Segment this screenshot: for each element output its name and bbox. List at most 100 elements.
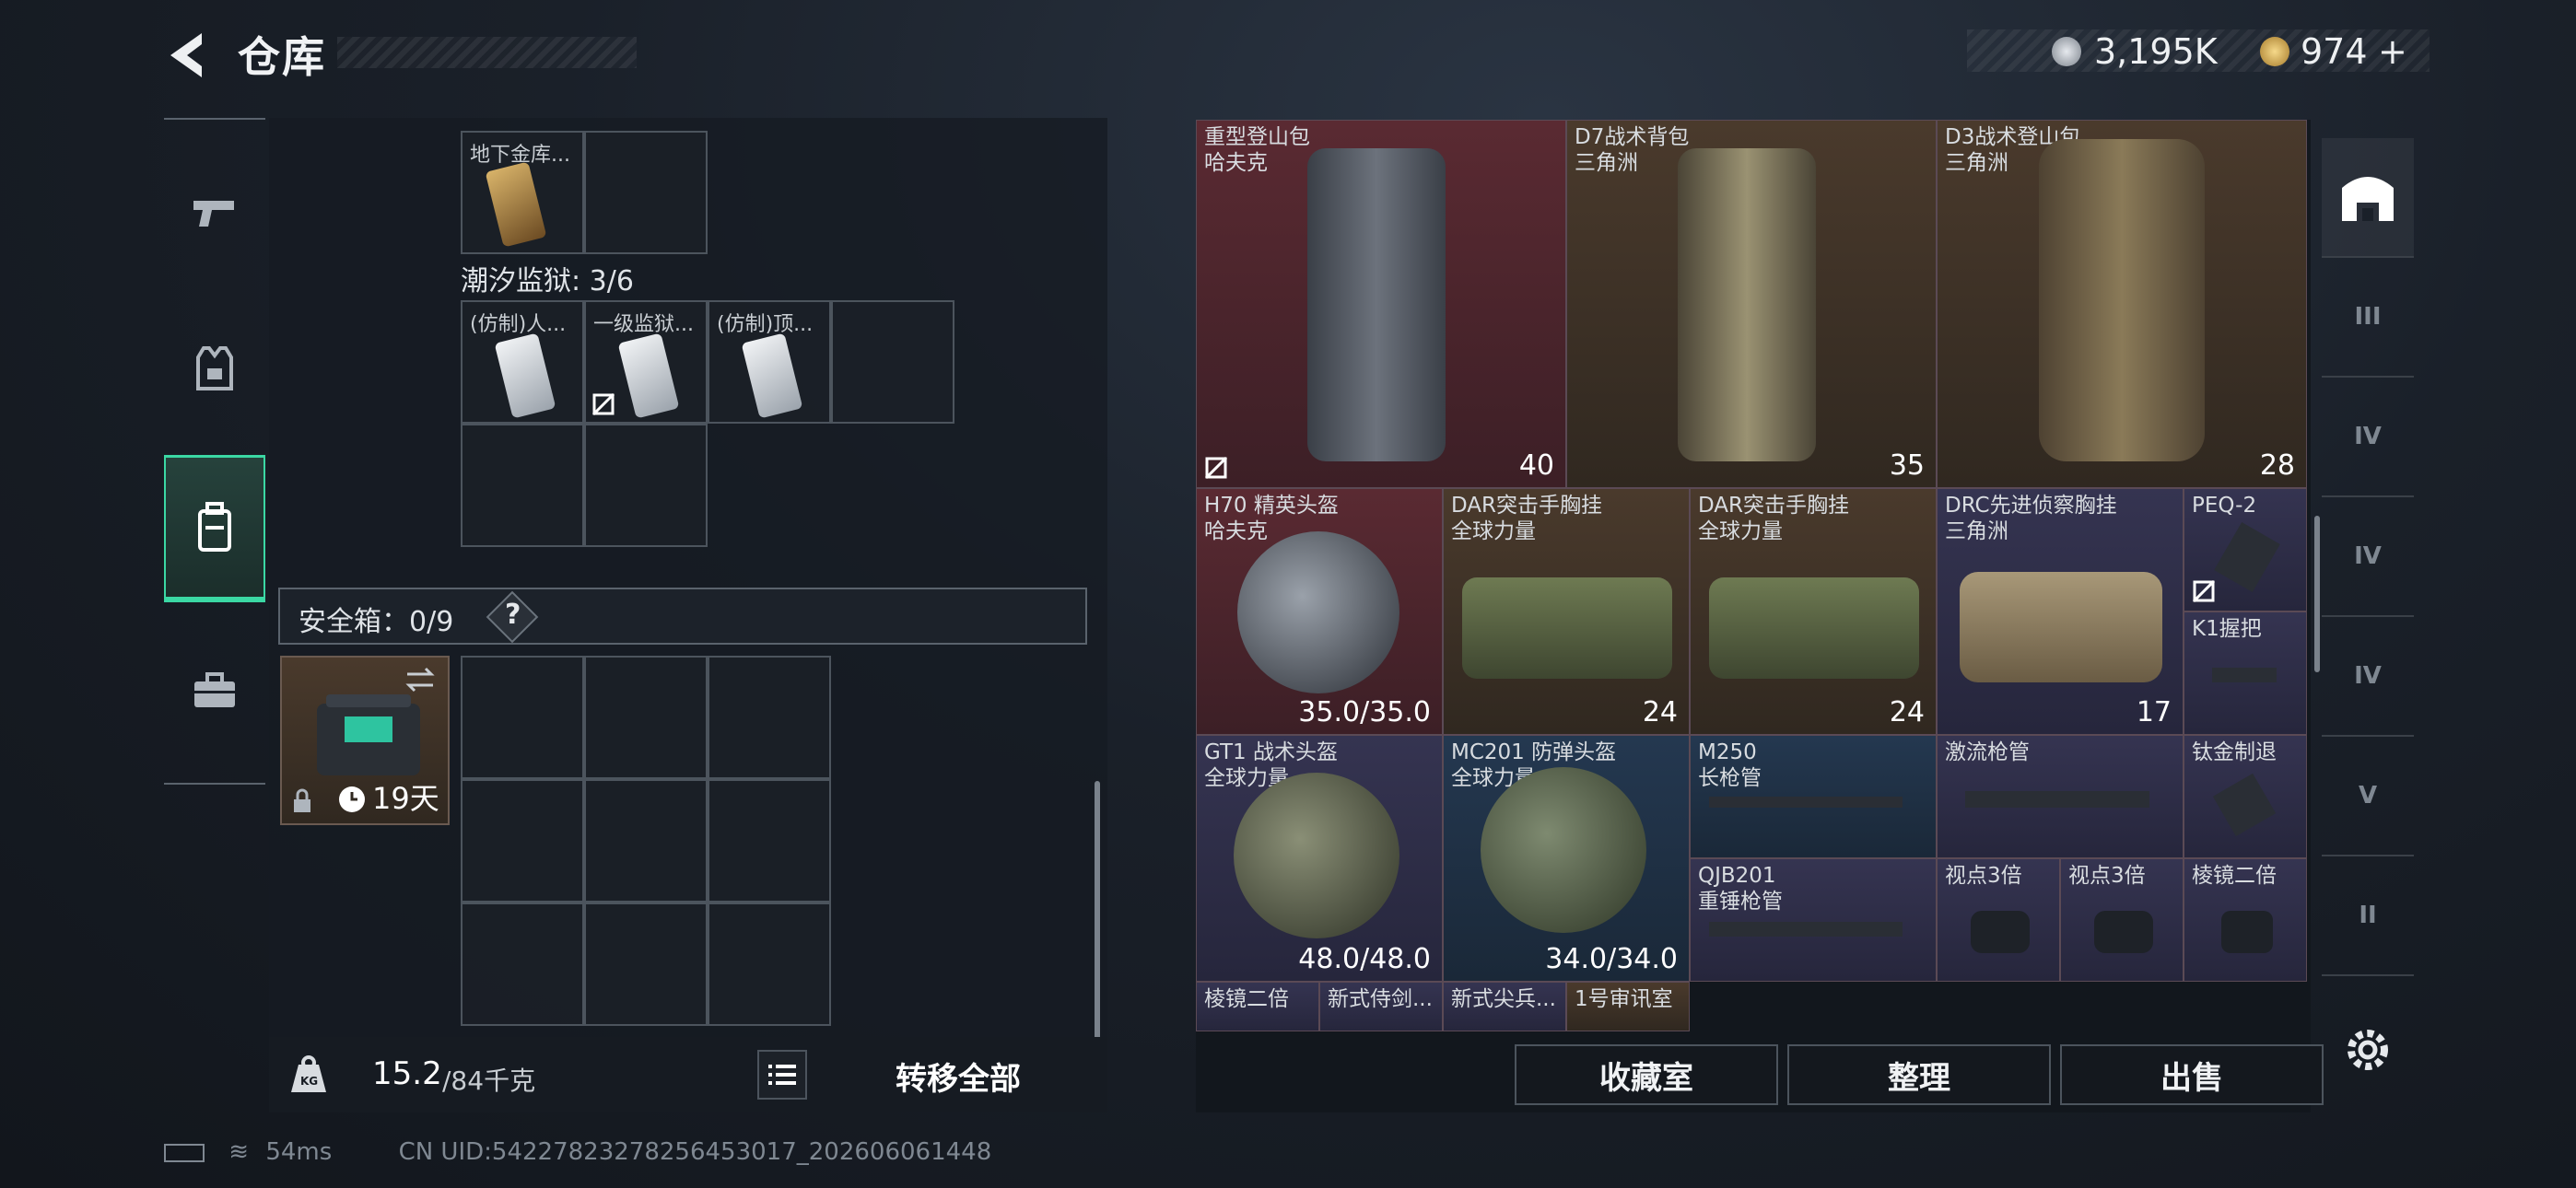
safe-slot[interactable] <box>708 903 831 1026</box>
item-h70-helmet[interactable]: H70 精英头盔 哈夫克 35.0/35.0 <box>1196 488 1443 735</box>
nav-weapons[interactable] <box>164 138 265 285</box>
vault-card-slot[interactable]: 地下金库... <box>461 131 584 254</box>
gold-balance: 974 <box>2301 31 2368 72</box>
item-m250-barrel[interactable]: M250 长枪管 <box>1690 735 1937 858</box>
tab-label: III <box>2354 303 2382 331</box>
laser-module-image <box>2214 522 2280 592</box>
safe-slot[interactable] <box>584 779 708 903</box>
backpack-image <box>1678 148 1816 461</box>
item-d3-backpack[interactable]: D3战术登山包 三角洲 28 <box>1937 120 2307 488</box>
backpack-icon <box>198 501 231 552</box>
tab-storage-2[interactable]: II <box>2322 856 2414 976</box>
chest-rig-image <box>1960 572 2162 682</box>
safe-slot[interactable] <box>708 656 831 779</box>
item-name: 1号审讯室 <box>1575 987 1673 1011</box>
chest-rig-image <box>1462 577 1672 679</box>
item-name: 棱镜二倍 <box>2192 864 2277 888</box>
weight-value: 15.2 <box>372 1055 442 1092</box>
safe-slot[interactable] <box>708 779 831 903</box>
safe-slot[interactable] <box>461 779 584 903</box>
backpack-image <box>1307 148 1446 461</box>
item-k1-grip[interactable]: K1握把 <box>2184 611 2307 735</box>
lock-icon <box>294 788 310 812</box>
weight-bar: KG 15.2 /84千克 转移全部 <box>269 1037 1107 1112</box>
item-name: PEQ-2 <box>2192 494 2257 518</box>
tab-label: V <box>2358 782 2378 809</box>
safe-box-icon <box>317 694 420 775</box>
safe-slot[interactable] <box>584 656 708 779</box>
item-qjb201-barrel[interactable]: QJB201 重锤枪管 <box>1690 858 1937 982</box>
item-prism-2x[interactable]: 棱镜二倍 <box>1196 982 1319 1031</box>
item-name: D7战术背包 三角洲 <box>1575 125 1690 175</box>
item-sight-3x[interactable]: 视点3倍 <box>2060 858 2184 982</box>
item-name: 新式侍剑... <box>1328 987 1433 1011</box>
scrollbar[interactable] <box>2314 516 2320 672</box>
slot-label: (仿制)人... <box>470 313 567 336</box>
scrollbar[interactable] <box>1095 781 1100 1057</box>
item-name: 钛金制退 <box>2192 740 2277 764</box>
safe-slot[interactable] <box>461 903 584 1026</box>
item-durability: 35.0/35.0 <box>1298 696 1431 728</box>
nav-backpack[interactable] <box>164 455 265 602</box>
item-heavy-backpack[interactable]: 重型登山包 哈夫克 40 <box>1196 120 1566 488</box>
helmet-image <box>1234 773 1399 938</box>
prison-card-slot[interactable]: (仿制)顶... <box>708 300 831 424</box>
item-dar-rig[interactable]: DAR突击手胸挂 全球力量 24 <box>1690 488 1937 735</box>
access-card-icon <box>741 332 803 419</box>
collection-room-button[interactable]: 收藏室 <box>1515 1044 1778 1105</box>
gear-icon <box>2348 1030 2388 1070</box>
nav-equipment[interactable] <box>164 295 265 442</box>
item-capacity: 40 <box>1518 449 1554 482</box>
item-sight-3x[interactable]: 视点3倍 <box>1937 858 2060 982</box>
currency-bar: 3,195K 974 + <box>1967 29 2430 72</box>
item-new-style[interactable]: 新式尖兵... <box>1443 982 1566 1031</box>
item-drc-rig[interactable]: DRC先进侦察胸挂 三角洲 17 <box>1937 488 2184 735</box>
tab-storage-4c[interactable]: IV <box>2322 617 2414 737</box>
item-name: 棱镜二倍 <box>1204 987 1289 1011</box>
safe-slot[interactable] <box>461 656 584 779</box>
item-name: 重型登山包 哈夫克 <box>1204 125 1310 175</box>
item-new-style[interactable]: 新式侍剑... <box>1319 982 1443 1031</box>
tab-label: IV <box>2354 423 2382 450</box>
item-peq2[interactable]: PEQ-2 <box>2184 488 2307 611</box>
empty-slot[interactable] <box>461 424 584 547</box>
item-name: M250 长枪管 <box>1698 740 1762 790</box>
item-capacity: 17 <box>2136 696 2172 728</box>
item-torrent-barrel[interactable]: 激流枪管 <box>1937 735 2184 858</box>
empty-slot[interactable] <box>584 424 708 547</box>
swap-icon[interactable] <box>404 667 437 693</box>
item-gt1-helmet[interactable]: GT1 战术头盔 全球力量 48.0/48.0 <box>1196 735 1443 982</box>
tab-main-storage[interactable] <box>2322 138 2414 258</box>
organize-button[interactable]: 整理 <box>1787 1044 2051 1105</box>
item-titanium-brake[interactable]: 钛金制退 <box>2184 735 2307 858</box>
back-button[interactable] <box>161 28 217 83</box>
item-dar-rig[interactable]: DAR突击手胸挂 全球力量 24 <box>1443 488 1690 735</box>
safe-slot[interactable] <box>584 903 708 1026</box>
settings-button[interactable] <box>2342 1024 2394 1076</box>
item-mc201-helmet[interactable]: MC201 防弹头盔 全球力量 34.0/34.0 <box>1443 735 1690 982</box>
item-name: QJB201 重锤枪管 <box>1698 864 1783 914</box>
item-name: 视点3倍 <box>1945 864 2022 888</box>
sell-button[interactable]: 出售 <box>2060 1044 2324 1105</box>
empty-slot[interactable] <box>831 300 954 424</box>
item-prism-2x[interactable]: 棱镜二倍 <box>2184 858 2307 982</box>
item-interrogation-key[interactable]: 1号审讯室 <box>1566 982 1690 1031</box>
tab-storage-3[interactable]: III <box>2322 258 2414 378</box>
add-currency-button[interactable]: + <box>2378 31 2407 72</box>
tab-storage-5[interactable]: V <box>2322 737 2414 856</box>
back-arrow-icon <box>170 33 202 77</box>
item-d7-backpack[interactable]: D7战术背包 三角洲 35 <box>1566 120 1937 488</box>
safe-box-item[interactable]: 19天 <box>280 656 450 825</box>
tab-storage-4a[interactable]: IV <box>2322 378 2414 497</box>
item-name: 新式尖兵... <box>1451 987 1556 1011</box>
prison-card-slot[interactable]: 一级监狱... <box>584 300 708 424</box>
vest-icon <box>196 346 233 390</box>
list-view-button[interactable] <box>757 1050 807 1100</box>
nav-toolbox[interactable] <box>164 617 265 764</box>
empty-slot[interactable] <box>584 131 708 254</box>
scope-image <box>2094 911 2153 953</box>
transfer-all-button[interactable]: 转移全部 <box>896 1054 1021 1099</box>
prison-card-slot[interactable]: (仿制)人... <box>461 300 584 424</box>
item-name: DAR突击手胸挂 全球力量 <box>1698 494 1850 543</box>
tab-storage-4b[interactable]: IV <box>2322 497 2414 617</box>
